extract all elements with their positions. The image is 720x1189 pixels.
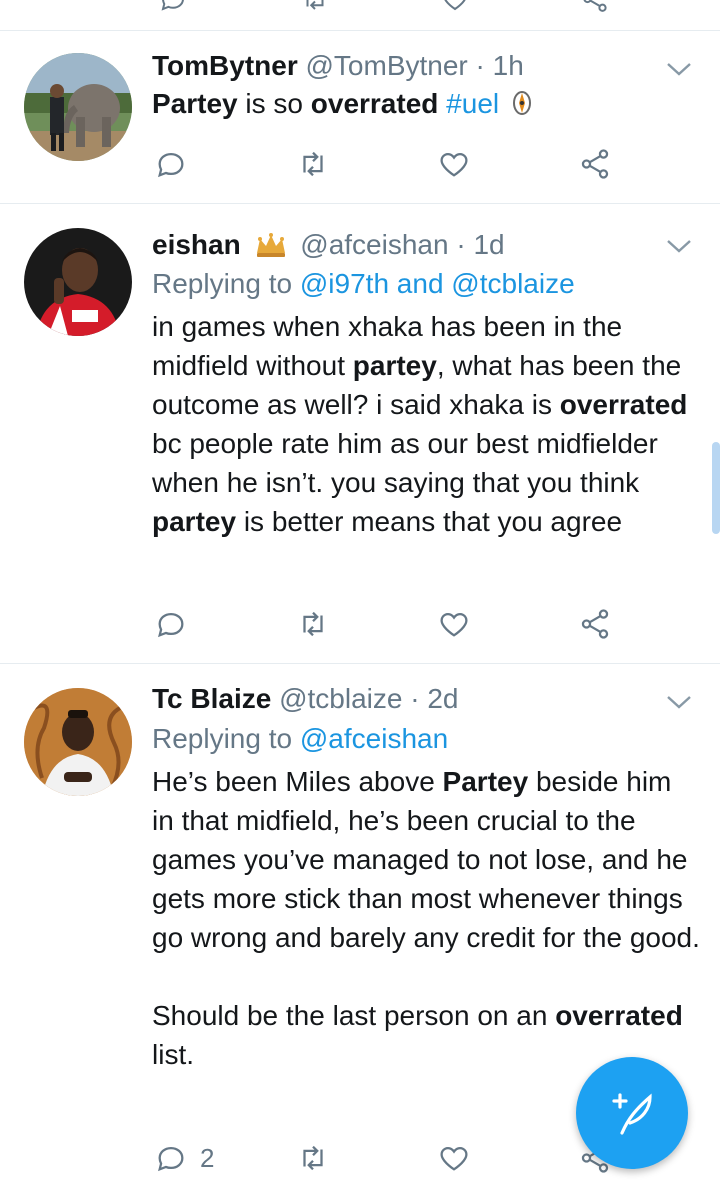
highlighted-keyword: partey [352, 350, 437, 381]
separator: · [402, 683, 428, 714]
timestamp[interactable]: 1d [473, 229, 504, 260]
previous-tweet-actions [0, 0, 720, 31]
share-icon [581, 609, 609, 639]
highlighted-keyword: overrated [555, 1000, 683, 1031]
like-icon [440, 152, 468, 177]
tweet-header: TomBytner @TomBytner · 1h [152, 49, 700, 83]
retweet-button[interactable] [296, 144, 330, 184]
retweet-icon [303, 151, 323, 177]
display-name[interactable]: Tc Blaize [152, 683, 271, 714]
tweet-text: is so [237, 88, 311, 119]
highlighted-keyword: overrated [559, 389, 688, 420]
retweet-icon[interactable] [300, 0, 330, 14]
reply-icon [158, 152, 184, 178]
avatar[interactable] [24, 688, 132, 796]
chevron-down-icon[interactable] [666, 238, 692, 254]
like-icon [440, 1146, 468, 1171]
replying-to-link[interactable]: @afceishan [300, 723, 448, 754]
reply-icon [158, 612, 184, 638]
tweet-text [438, 88, 446, 119]
retweet-icon [303, 1145, 323, 1171]
reply-button[interactable] [154, 604, 200, 644]
replying-to-link[interactable]: @i97th and @tcblaize [300, 268, 575, 299]
highlighted-keyword: partey [152, 506, 237, 537]
tweet[interactable]: TomBytner @TomBytner · 1h Partey is so o… [0, 31, 720, 204]
timestamp[interactable]: 1h [493, 50, 524, 81]
tweet[interactable]: eishan @afceishan · 1d Replying to @i97t… [0, 204, 720, 664]
tweet-actions [152, 144, 672, 184]
compose-tweet-button[interactable] [576, 1057, 688, 1169]
chevron-down-icon[interactable] [666, 61, 692, 77]
like-button[interactable] [437, 1138, 471, 1178]
scrollbar[interactable] [712, 442, 720, 534]
avatar[interactable] [24, 53, 132, 161]
reply-button[interactable] [154, 144, 200, 184]
replying-prefix: Replying to [152, 268, 300, 299]
reply-count: 2 [200, 1142, 215, 1173]
tweet-header: Tc Blaize @tcblaize · 2d [152, 682, 700, 716]
tweet-body: in games when xhaka has been in the midf… [152, 307, 700, 541]
avatar[interactable] [24, 228, 132, 336]
highlighted-keyword: Partey [152, 88, 238, 119]
like-button[interactable] [437, 144, 471, 184]
display-name[interactable]: eishan [152, 229, 241, 260]
hashtag-link[interactable]: #uel [446, 88, 499, 119]
separator: · [448, 229, 474, 260]
chevron-down-icon[interactable] [666, 694, 692, 710]
retweet-icon [303, 611, 323, 637]
tweet-header: eishan @afceishan · 1d [152, 228, 700, 262]
user-handle[interactable]: @afceishan [300, 229, 448, 260]
retweet-button[interactable] [296, 1138, 330, 1178]
replying-to: Replying to @i97th and @tcblaize [152, 265, 700, 303]
like-button[interactable] [437, 604, 471, 644]
tweet-body: Partey is so overrated #uel [152, 84, 700, 123]
like-icon[interactable] [440, 0, 470, 14]
share-icon[interactable] [580, 0, 610, 14]
highlighted-keyword: overrated [310, 88, 439, 119]
replying-to: Replying to @afceishan [152, 720, 700, 758]
europa-league-emoji-icon [512, 91, 531, 115]
tweet-body: He’s been Miles above Partey beside him … [152, 762, 700, 1074]
reply-button[interactable]: 2 [154, 1138, 214, 1178]
tweet-text: is better means that you agree [236, 506, 623, 537]
user-handle[interactable]: @tcblaize [279, 683, 402, 714]
share-button[interactable] [578, 604, 612, 644]
tweet-text: Should be the last person on an [152, 1000, 556, 1031]
replying-prefix: Replying to [152, 723, 300, 754]
separator: · [467, 50, 493, 81]
like-icon [440, 612, 468, 637]
timestamp[interactable]: 2d [427, 683, 458, 714]
crown-badge-icon [257, 233, 286, 257]
reply-icon [158, 1146, 184, 1172]
tweet-actions [152, 604, 672, 644]
tweet-text: list. [152, 1039, 194, 1070]
share-icon [581, 149, 609, 179]
user-handle[interactable]: @TomBytner [306, 50, 468, 81]
reply-icon[interactable] [158, 0, 188, 14]
compose-tweet-icon [612, 1093, 652, 1135]
tweet-text: bc people rate him as our best midfielde… [152, 428, 658, 498]
highlighted-keyword: Partey [442, 766, 529, 797]
share-button[interactable] [578, 144, 612, 184]
display-name[interactable]: TomBytner [152, 50, 298, 81]
tweet-text: He’s been Miles above [152, 766, 443, 797]
retweet-button[interactable] [296, 604, 330, 644]
